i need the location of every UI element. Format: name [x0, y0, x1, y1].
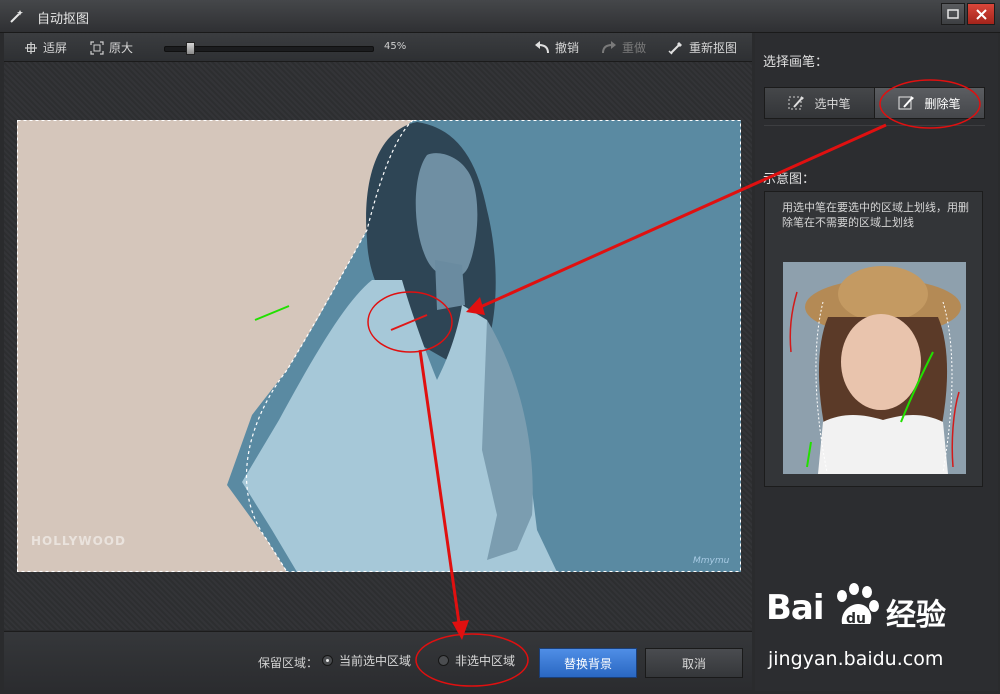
work-area: HOLLYWOOD Mmymu — [4, 62, 752, 630]
delete-brush-icon — [898, 96, 915, 110]
divider — [764, 125, 985, 126]
redo-icon — [602, 40, 616, 53]
brush-icon — [668, 41, 682, 55]
baidu-logo-text: Bai — [766, 588, 825, 628]
select-stroke — [254, 305, 290, 321]
paw-icon: du — [837, 583, 879, 627]
radio-indicator[interactable] — [438, 655, 449, 666]
maximize-button[interactable] — [941, 3, 965, 25]
magic-wand-icon — [10, 10, 23, 23]
example-image — [783, 262, 966, 474]
select-brush-icon — [788, 96, 805, 110]
select-brush-button[interactable]: 选中笔 — [765, 88, 875, 118]
original-size-icon — [90, 40, 104, 55]
photo-watermark-right: Mmymu — [693, 556, 730, 566]
window-title: 自动抠图 — [37, 12, 90, 27]
radio-non-selection-label: 非选中区域 — [455, 654, 516, 668]
select-brush-label: 选中笔 — [814, 96, 851, 111]
maximize-icon — [947, 9, 959, 19]
photo-watermark-left: HOLLYWOOD — [31, 534, 126, 548]
svg-text:du: du — [846, 611, 866, 627]
zoom-slider[interactable] — [164, 42, 374, 55]
radio-current-selection[interactable]: 当前选中区域 — [322, 652, 411, 669]
radio-current-selection-label: 当前选中区域 — [339, 654, 412, 668]
diagram-section-title: 示意图： — [763, 172, 816, 187]
reset-cutout-label: 重新抠图 — [689, 41, 738, 55]
close-icon — [975, 8, 987, 20]
title-bar: 自动抠图 — [0, 0, 1000, 33]
baidu-watermark-logo: Bai du 经验 — [766, 582, 996, 642]
radio-non-selection[interactable]: 非选中区域 — [438, 652, 515, 669]
close-button[interactable] — [967, 3, 995, 25]
brush-selector: 选中笔 删除笔 — [764, 87, 985, 119]
baidu-watermark-url: jingyan.baidu.com — [768, 648, 944, 670]
undo-label: 撤销 — [555, 41, 580, 55]
zoom-level: 45% — [384, 41, 407, 52]
undo-button[interactable]: 撤销 — [534, 39, 579, 56]
photo-preview — [17, 120, 741, 572]
diagram-box: 用选中笔在要选中的区域上划线，用删除笔在不需要的区域上划线 — [764, 191, 983, 487]
radio-indicator[interactable] — [322, 655, 333, 666]
fit-screen-label: 适屏 — [43, 41, 68, 55]
fit-screen-icon — [25, 41, 37, 54]
original-size-button[interactable]: 原大 — [90, 39, 133, 56]
toolbar: 适屏 原大 45% 撤销 重做 重新抠图 — [4, 33, 752, 62]
reset-cutout-button[interactable]: 重新抠图 — [668, 39, 737, 56]
undo-icon — [535, 40, 549, 53]
bottom-bar: 保留区域： 当前选中区域 非选中区域 替换背景 取消 — [4, 631, 752, 690]
baidu-jingyan-text: 经验 — [886, 598, 946, 633]
delete-brush-label: 删除笔 — [924, 96, 961, 111]
keep-area-label: 保留区域： — [258, 656, 319, 670]
fit-screen-button[interactable]: 适屏 — [24, 39, 67, 56]
redo-button[interactable]: 重做 — [601, 39, 646, 56]
redo-label: 重做 — [622, 41, 647, 55]
delete-brush-button[interactable]: 删除笔 — [875, 88, 984, 118]
replace-background-button[interactable]: 替换背景 — [539, 648, 637, 678]
cutout-canvas[interactable]: HOLLYWOOD Mmymu — [17, 120, 741, 572]
cancel-button[interactable]: 取消 — [645, 648, 743, 678]
brush-section-title: 选择画笔： — [763, 55, 829, 70]
zoom-slider-thumb[interactable] — [185, 42, 195, 55]
original-size-label: 原大 — [109, 41, 134, 55]
diagram-description: 用选中笔在要选中的区域上划线，用删除笔在不需要的区域上划线 — [782, 201, 969, 229]
